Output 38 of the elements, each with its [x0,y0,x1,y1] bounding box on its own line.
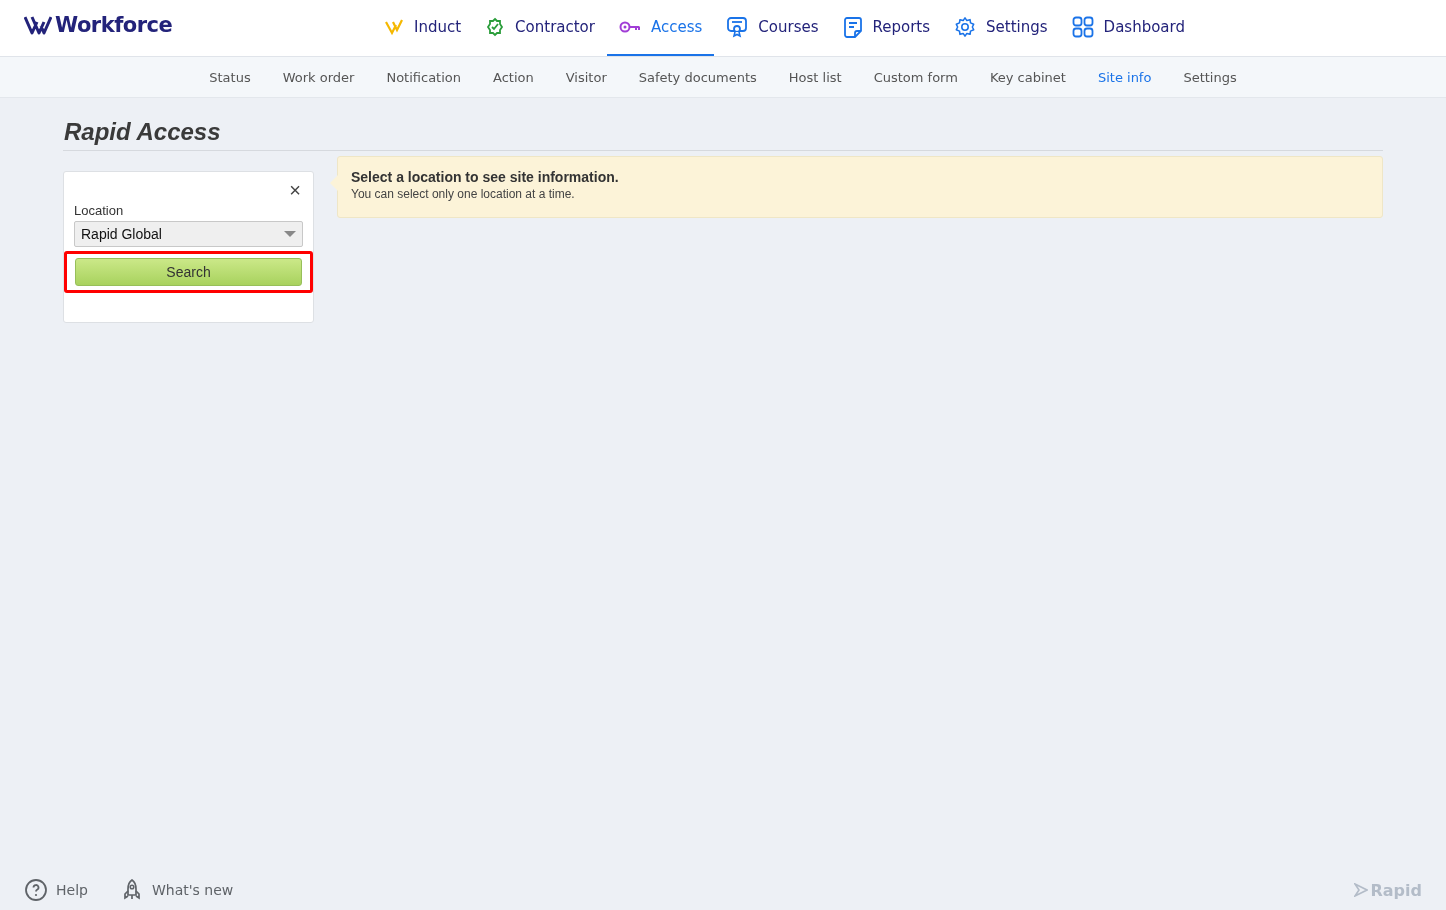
subnav-tab[interactable]: Settings [1167,57,1253,97]
subnav-tab[interactable]: Status [193,57,267,97]
grid-icon [1071,16,1094,38]
play-arrow-icon [1354,883,1369,897]
footer-link[interactable]: Help [24,878,88,902]
page-title: Rapid Access [63,98,1383,151]
dropdown-caret-icon [284,231,296,237]
help-icon [24,878,48,902]
subnav-tab[interactable]: Custom form [857,57,974,97]
notice-title: Select a location to see site information. [351,169,620,185]
notice-text: You can select only one location at a time. [351,187,576,201]
footer-logo: Rapid [1370,880,1422,900]
subnav-tab[interactable]: Host list [772,57,858,97]
location-dropdown[interactable]: Rapid Global [74,221,303,247]
nav-tab[interactable]: Reports [830,0,943,56]
brand-name: Workforce [55,13,173,37]
nav-tab[interactable]: Settings [942,0,1060,56]
subnav-tab[interactable]: Key cabinet [973,57,1082,97]
location-label: Location [74,203,125,218]
nav-tab[interactable]: Contractor [473,0,607,56]
logo-icon [24,14,52,36]
subnav-tab[interactable]: Work order [266,57,371,97]
subnav-tab[interactable]: Site info [1081,57,1168,97]
certificate-icon [726,16,749,38]
subnav-tab[interactable]: Action [477,57,550,97]
search-button[interactable]: Search [75,258,302,286]
subnav-tab[interactable]: Safety documents [622,57,773,97]
subnav-tab[interactable]: Notification [370,57,477,97]
footer-link[interactable]: What's new [119,878,234,902]
nav-tab[interactable]: Courses [714,0,831,56]
badge-check-icon [485,17,506,37]
settings-icon [954,16,977,38]
subnav-tab[interactable]: Visitor [549,57,623,97]
close-button[interactable]: × [287,180,303,200]
document-icon [842,16,863,38]
nav-tab[interactable]: Dashboard [1059,0,1197,56]
check-chevron-icon [384,17,404,37]
nav-tab[interactable]: Induct [372,0,474,56]
